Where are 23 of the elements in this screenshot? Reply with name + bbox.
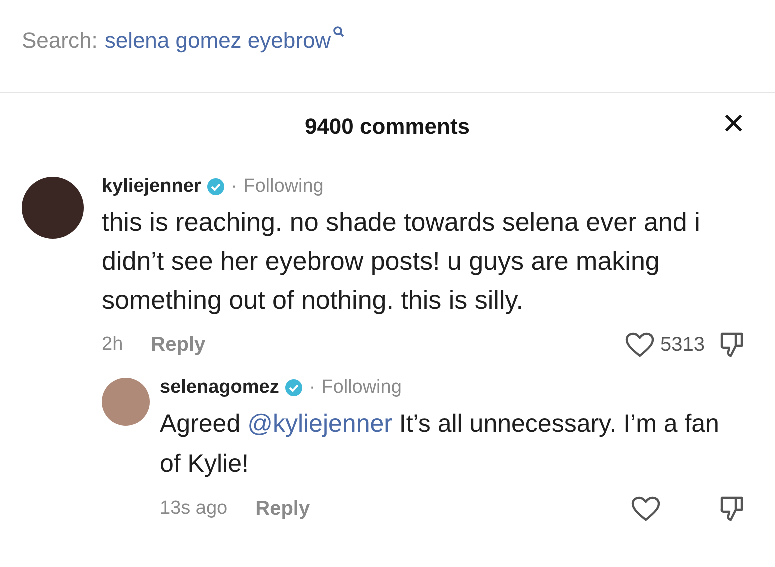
comments-title: 9400 comments <box>304 112 470 140</box>
reply-button[interactable]: Reply <box>151 330 206 360</box>
reply-button[interactable]: Reply <box>256 494 310 524</box>
thumbs-down-icon[interactable] <box>719 331 745 359</box>
comment-time: 2h <box>102 332 124 357</box>
following-label: Following <box>322 376 402 400</box>
thumbs-down-icon[interactable] <box>719 495 745 523</box>
mention-link[interactable]: @kyliejenner <box>248 410 392 438</box>
search-query[interactable]: selena gomez eyebrow <box>104 24 332 57</box>
comment-text: this is reaching. no shade towards selena ever and i didn’t see her eyebrow posts! u guys are making something out of nothing. this is silly. <box>102 206 702 317</box>
separator-dot: · <box>231 174 238 199</box>
separator-dot: · <box>309 376 316 400</box>
comment-time: 13s ago <box>160 496 228 521</box>
heart-icon[interactable] <box>624 332 654 358</box>
close-button[interactable]: × <box>722 105 745 143</box>
following-label: Following <box>244 174 324 199</box>
username[interactable]: selenagomez <box>160 374 280 402</box>
search-label: Search: <box>22 27 98 55</box>
comment-text: Agreed @kyliejenner It’s all unnecessary. I’m a fan of Kylie! <box>160 409 720 480</box>
like-count: 5313 <box>660 333 705 358</box>
heart-icon[interactable] <box>631 496 661 522</box>
username[interactable]: kyliejenner <box>102 172 202 202</box>
search-icon[interactable] <box>333 26 346 38</box>
